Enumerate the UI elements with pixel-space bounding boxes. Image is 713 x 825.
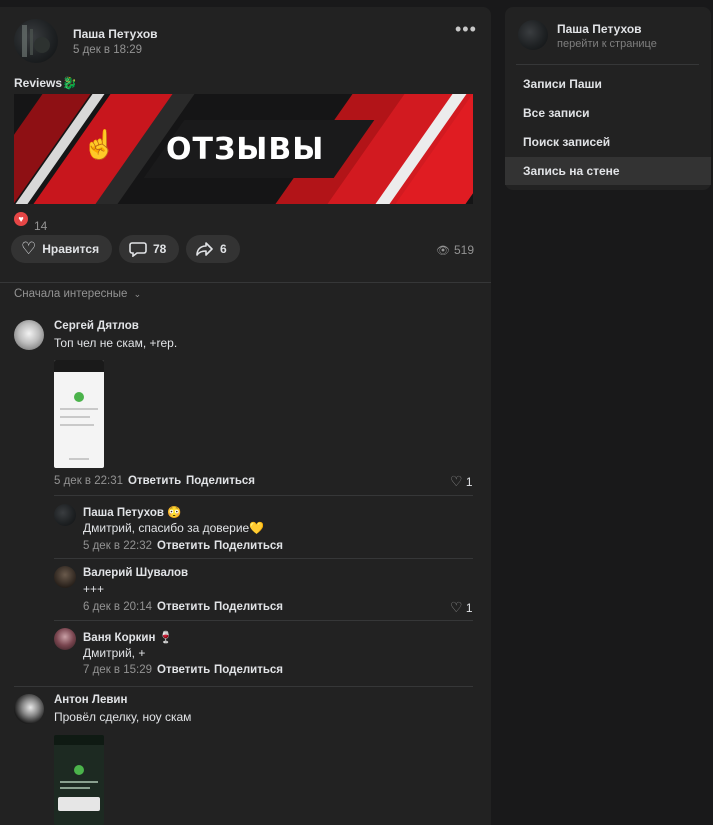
like-label: Нравится (42, 242, 100, 256)
screenshot-line (60, 787, 90, 789)
comment-divider (54, 495, 473, 496)
comment-author[interactable]: Валерий Шувалов (83, 567, 188, 579)
comment-screenshot-image[interactable] (54, 735, 104, 825)
comment-author[interactable]: Сергей Дятлов (54, 320, 139, 332)
comments-sort-dropdown[interactable]: Сначала интересные ⌄ (14, 288, 141, 300)
post-banner-image[interactable]: ☝ ОТЗЫВЫ (14, 94, 473, 204)
share-comment-button[interactable]: Поделиться (214, 601, 283, 613)
post-author-name[interactable]: Паша Петухов (73, 27, 158, 41)
sidebar-item-search-posts[interactable]: Поиск записей (523, 135, 610, 149)
screenshot-line (60, 781, 98, 783)
chevron-down-icon: ⌄ (133, 289, 142, 299)
share-button[interactable]: 6 (186, 235, 240, 263)
comment-divider (54, 558, 473, 559)
comments-sort-label: Сначала интересные (14, 288, 128, 300)
more-dots-icon[interactable]: ••• (455, 20, 477, 38)
comment-divider (54, 620, 473, 621)
reply-button[interactable]: Ответить (157, 601, 210, 613)
comment-avatar[interactable] (54, 504, 76, 526)
comment-avatar[interactable] (14, 320, 44, 350)
comment-date[interactable]: 5 дек в 22:31 (54, 475, 123, 487)
check-icon (74, 392, 84, 402)
reactions-count[interactable]: 14 (34, 219, 47, 233)
screenshot-header (54, 360, 104, 372)
comment-author[interactable]: Паша Петухов 😳 (83, 505, 182, 519)
post-text: Reviews🐉 (14, 76, 77, 90)
comment-date[interactable]: 7 дек в 15:29 (83, 664, 152, 676)
sidebar-divider (516, 64, 699, 65)
reply-button[interactable]: Ответить (157, 540, 210, 552)
sidebar-profile-link[interactable]: перейти к странице (557, 38, 657, 50)
comment-button[interactable]: 78 (119, 235, 179, 263)
post-date[interactable]: 5 дек в 18:29 (73, 44, 142, 56)
banner-title: ОТЗЫВЫ (166, 132, 325, 167)
sidebar-item-wall-post[interactable]: Запись на стене (523, 164, 620, 178)
comment-avatar[interactable] (54, 628, 76, 650)
reply-button[interactable]: Ответить (157, 664, 210, 676)
sidebar-avatar[interactable] (518, 20, 548, 50)
comment-icon (129, 242, 147, 257)
screenshot-header (54, 735, 104, 745)
post-divider (0, 282, 491, 283)
share-icon (196, 242, 213, 256)
comment-text: Дмитрий, + (83, 646, 146, 660)
hand-pointer-icon: ☝ (82, 129, 117, 160)
comment-like-button[interactable]: ♡ 1 (450, 599, 473, 616)
post-author-avatar[interactable] (14, 19, 58, 63)
comment-author-name: Паша Петухов (83, 507, 165, 519)
top-strip (0, 0, 713, 7)
dragon-emoji: 🐉 (62, 76, 77, 90)
sidebar-item-all-posts[interactable]: Все записи (523, 106, 590, 120)
share-comment-button[interactable]: Поделиться (186, 475, 255, 487)
views-counter: 👁 519 (436, 243, 474, 257)
wine-glass-emoji: 🍷 (158, 632, 173, 644)
eye-icon: 👁 (436, 245, 450, 257)
comment-like-count: 1 (465, 601, 473, 615)
comment-avatar[interactable] (54, 566, 76, 588)
sidebar-profile-name[interactable]: Паша Петухов (557, 22, 642, 36)
comment-author[interactable]: Антон Левин (54, 694, 127, 706)
post-text-label: Reviews (14, 76, 63, 90)
comment-divider (14, 686, 473, 687)
comment-like-count: 1 (465, 475, 473, 489)
comment-date[interactable]: 5 дек в 22:32 (83, 540, 152, 552)
comment-author-name: Ваня Коркин (83, 632, 156, 644)
comment-text: +++ (83, 582, 105, 596)
like-button[interactable]: ♡ Нравится (11, 235, 112, 263)
comment-text: Дмитрий, спасибо за доверие💛 (83, 521, 265, 535)
heart-outline-icon: ♡ (21, 239, 37, 258)
comment-text: Топ чел не скам, +rep. (54, 336, 178, 350)
check-icon (74, 765, 84, 775)
reply-button[interactable]: Ответить (128, 475, 181, 487)
screenshot-line (60, 416, 90, 418)
screenshot-line (60, 424, 94, 426)
heart-outline-icon: ♡ (450, 599, 463, 615)
sidebar-item-user-posts[interactable]: Записи Паши (523, 77, 602, 91)
heart-outline-icon: ♡ (450, 473, 463, 489)
share-comment-button[interactable]: Поделиться (214, 540, 283, 552)
flushed-emoji: 😳 (167, 507, 182, 519)
comment-date[interactable]: 6 дек в 20:14 (83, 601, 152, 613)
comment-author[interactable]: Ваня Коркин 🍷 (83, 630, 173, 644)
comments-count: 78 (153, 242, 167, 256)
shares-count: 6 (220, 242, 227, 256)
reaction-heart-icon[interactable]: ♥ (14, 212, 28, 226)
comment-screenshot-image[interactable] (54, 360, 104, 468)
comment-avatar[interactable] (14, 694, 44, 724)
screenshot-card (58, 797, 100, 811)
share-comment-button[interactable]: Поделиться (214, 664, 283, 676)
screenshot-line (69, 458, 89, 460)
comment-like-button[interactable]: ♡ 1 (450, 473, 473, 490)
comment-text: Провёл сделку, ноу скам (54, 710, 192, 724)
views-count: 519 (453, 243, 474, 257)
screenshot-line (60, 408, 98, 410)
